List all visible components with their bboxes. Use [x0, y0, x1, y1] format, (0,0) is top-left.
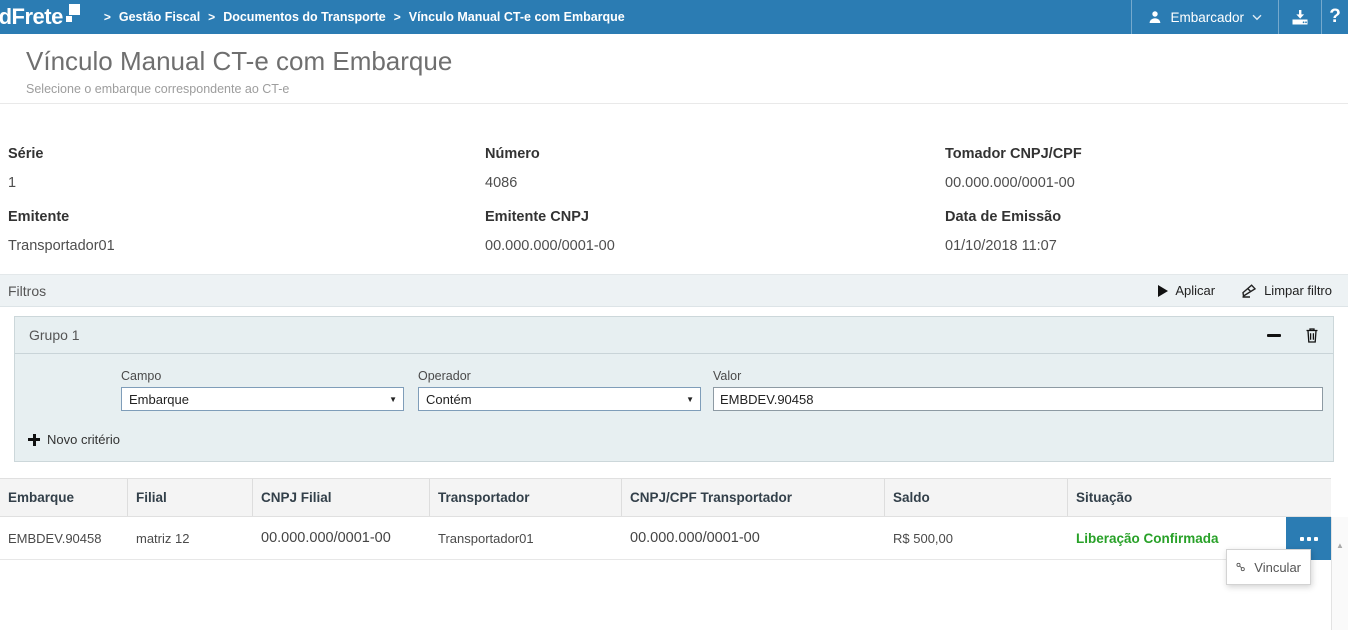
collapse-group-button[interactable]	[1267, 334, 1281, 337]
filters-actions: Aplicar Limpar filtro	[1158, 283, 1332, 298]
link-icon	[1236, 559, 1245, 575]
field-emitente: Emitente Transportador01	[8, 209, 485, 272]
scroll-up-icon[interactable]: ▲	[1336, 541, 1344, 630]
play-icon	[1158, 285, 1168, 297]
valor-input[interactable]	[713, 387, 1323, 411]
column-header-embarque: Embarque	[0, 479, 128, 516]
row-actions-popup: Vincular	[1226, 549, 1311, 585]
top-navigation-bar: ldFrete > Gestão Fiscal > Documentos do …	[0, 0, 1348, 34]
page-title: Vínculo Manual CT-e com Embarque	[26, 46, 452, 77]
field-value: 00.000.000/0001-00	[945, 175, 1348, 191]
user-profile-menu[interactable]: Embarcador	[1131, 0, 1279, 34]
field-label: Data de Emissão	[945, 209, 1348, 225]
app-window: ldFrete > Gestão Fiscal > Documentos do …	[0, 0, 1348, 630]
filter-group-title: Grupo 1	[29, 327, 1267, 343]
valor-label: Valor	[713, 369, 741, 383]
apply-filter-label: Aplicar	[1175, 283, 1215, 298]
column-header-transportador: Transportador	[430, 479, 622, 516]
cell-transportador: Transportador01	[430, 517, 622, 559]
cell-cnpj-filial: 00.000.000/0001-00	[253, 517, 430, 559]
field-value: Transportador01	[8, 238, 485, 254]
field-value: 01/10/2018 11:07	[945, 238, 1348, 254]
filter-group-panel: Grupo 1 Campo Embarque ▼ Operador Contém…	[14, 316, 1334, 462]
eraser-icon	[1241, 284, 1257, 298]
column-header-situacao: Situação	[1068, 479, 1331, 516]
filters-toolbar: Filtros Aplicar Limpar filtro	[0, 274, 1348, 307]
results-table-header: Embarque Filial CNPJ Filial Transportado…	[0, 478, 1331, 517]
plus-icon	[28, 434, 40, 446]
campo-select[interactable]: Embarque ▼	[121, 387, 404, 411]
cell-saldo: R$ 500,00	[885, 517, 1068, 559]
field-value: 1	[8, 175, 485, 191]
field-label: Emitente	[8, 209, 485, 225]
field-value: 00.000.000/0001-00	[485, 238, 945, 254]
brand-name: ldFrete	[0, 2, 63, 32]
new-criteria-button[interactable]: Novo critério	[28, 432, 120, 447]
cell-filial: matriz 12	[128, 517, 253, 559]
user-icon	[1148, 10, 1162, 24]
brand-squares-icon	[65, 4, 80, 23]
column-header-filial: Filial	[128, 479, 253, 516]
field-label: Emitente CNPJ	[485, 209, 945, 225]
filters-title: Filtros	[8, 283, 46, 299]
breadcrumb-separator-icon: >	[394, 10, 401, 24]
breadcrumb: > Gestão Fiscal > Documentos do Transpor…	[96, 10, 625, 24]
download-button[interactable]	[1279, 0, 1321, 34]
field-tomador-cnpj: Tomador CNPJ/CPF 00.000.000/0001-00	[945, 146, 1348, 209]
column-header-cnpj-filial: CNPJ Filial	[253, 479, 430, 516]
topbar-actions: Embarcador ?	[1131, 0, 1348, 34]
help-button[interactable]: ?	[1321, 0, 1348, 34]
clear-filter-label: Limpar filtro	[1264, 283, 1332, 298]
vincular-menu-item[interactable]: Vincular	[1254, 560, 1301, 575]
page-subtitle: Selecione o embarque correspondente ao C…	[26, 82, 289, 96]
ellipsis-icon	[1314, 537, 1318, 541]
header-divider	[0, 103, 1348, 104]
breadcrumb-separator-icon: >	[104, 10, 111, 24]
field-serie: Série 1	[8, 146, 485, 209]
cell-cnpj-transportador: 00.000.000/0001-00	[622, 517, 885, 559]
download-icon	[1290, 9, 1310, 26]
cte-details-panel: Série 1 Número 4086 Tomador CNPJ/CPF 00.…	[8, 146, 1348, 272]
filter-group-header: Grupo 1	[15, 317, 1333, 354]
column-header-saldo: Saldo	[885, 479, 1068, 516]
select-caret-icon: ▼	[389, 395, 397, 404]
breadcrumb-item-gestao-fiscal[interactable]: Gestão Fiscal	[119, 10, 200, 24]
ellipsis-icon	[1300, 537, 1304, 541]
field-label: Número	[485, 146, 945, 162]
campo-label: Campo	[121, 369, 161, 383]
column-header-cnpj-transportador: CNPJ/CPF Transportador	[622, 479, 885, 516]
cell-embarque: EMBDEV.90458	[0, 517, 128, 559]
field-label: Tomador CNPJ/CPF	[945, 146, 1348, 162]
chevron-down-icon	[1252, 14, 1262, 21]
brand-logo[interactable]: ldFrete	[0, 2, 80, 32]
table-row[interactable]: EMBDEV.90458 matriz 12 00.000.000/0001-0…	[0, 517, 1331, 560]
new-criteria-label: Novo critério	[47, 432, 120, 447]
field-value: 4086	[485, 175, 945, 191]
operador-select[interactable]: Contém ▼	[418, 387, 701, 411]
delete-group-button[interactable]	[1305, 327, 1319, 343]
field-label: Série	[8, 146, 485, 162]
clear-filter-button[interactable]: Limpar filtro	[1241, 283, 1332, 298]
operador-selected-value: Contém	[426, 392, 472, 407]
field-numero: Número 4086	[485, 146, 945, 209]
ellipsis-icon	[1307, 537, 1311, 541]
field-data-emissao: Data de Emissão 01/10/2018 11:07	[945, 209, 1348, 272]
breadcrumb-item-vinculo-manual[interactable]: Vínculo Manual CT-e com Embarque	[409, 10, 625, 24]
breadcrumb-separator-icon: >	[208, 10, 215, 24]
operador-label: Operador	[418, 369, 471, 383]
help-icon: ?	[1329, 6, 1341, 28]
table-vertical-scrollbar[interactable]: ▲	[1331, 517, 1348, 630]
field-emitente-cnpj: Emitente CNPJ 00.000.000/0001-00	[485, 209, 945, 272]
user-profile-label: Embarcador	[1170, 10, 1244, 25]
select-caret-icon: ▼	[686, 395, 694, 404]
trash-icon	[1305, 327, 1319, 343]
campo-selected-value: Embarque	[129, 392, 189, 407]
apply-filter-button[interactable]: Aplicar	[1158, 283, 1215, 298]
breadcrumb-item-documentos-transporte[interactable]: Documentos do Transporte	[223, 10, 386, 24]
